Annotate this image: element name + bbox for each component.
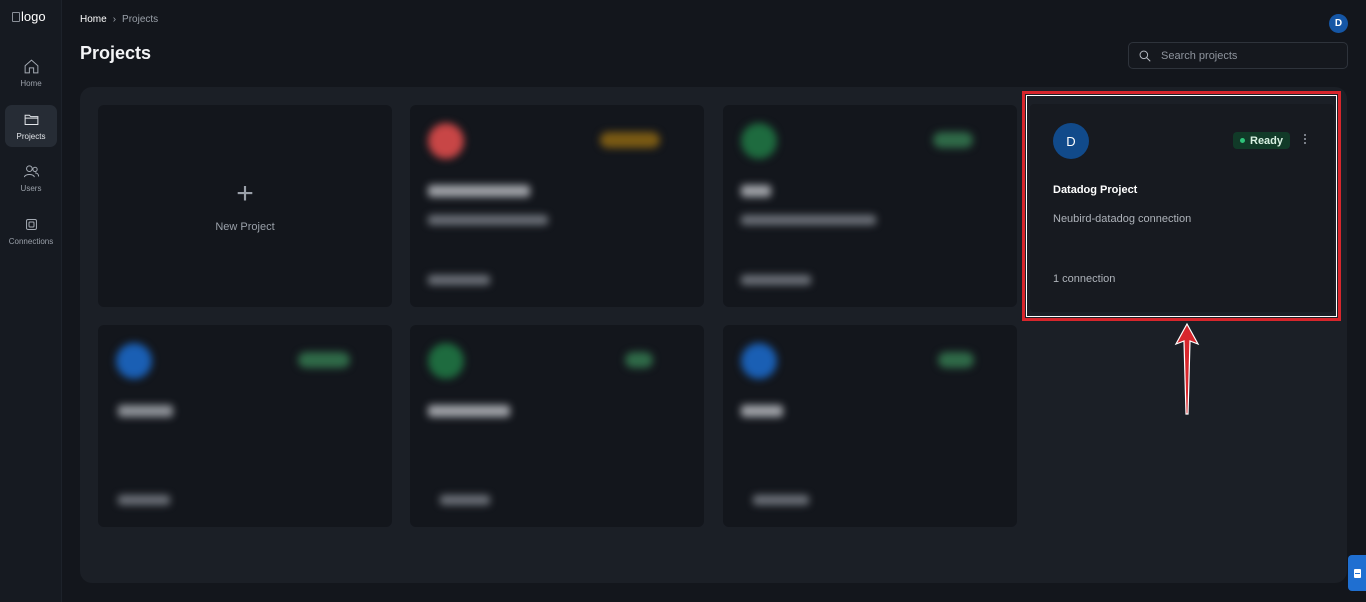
project-card-blurred[interactable] bbox=[410, 105, 704, 307]
project-card-blurred[interactable] bbox=[410, 325, 704, 527]
new-project-card[interactable]: + New Project bbox=[98, 105, 392, 307]
sidebar-item-users[interactable]: Users bbox=[5, 157, 57, 199]
chat-icon bbox=[1353, 568, 1361, 578]
sidebar-item-label: Connections bbox=[8, 237, 54, 246]
search-input[interactable] bbox=[1161, 49, 1331, 62]
sidebar-item-home[interactable]: Home bbox=[5, 52, 57, 94]
page-title: Projects bbox=[80, 43, 152, 63]
sidebar-item-connections[interactable]: Connections bbox=[5, 210, 57, 252]
breadcrumb-current: Projects bbox=[122, 14, 159, 25]
app-logo[interactable]: logo bbox=[12, 9, 46, 24]
annotation-arrow-icon bbox=[1174, 322, 1200, 415]
broken-image-icon bbox=[12, 11, 20, 22]
annotation-highlight-box bbox=[1022, 91, 1341, 321]
logo-alt-text: logo bbox=[21, 9, 46, 24]
sidebar-item-label: Home bbox=[20, 79, 42, 88]
new-project-label: New Project bbox=[215, 221, 275, 233]
breadcrumb: Home › Projects bbox=[80, 14, 158, 25]
user-avatar[interactable]: D bbox=[1329, 14, 1348, 33]
search-icon bbox=[1139, 50, 1151, 62]
sidebar-item-projects[interactable]: Projects bbox=[5, 105, 57, 147]
sidebar-item-label: Users bbox=[20, 184, 42, 193]
search-box[interactable] bbox=[1128, 42, 1348, 69]
project-card-blurred[interactable] bbox=[98, 325, 392, 527]
project-card-blurred[interactable] bbox=[723, 325, 1017, 527]
chevron-right-icon: › bbox=[112, 14, 117, 25]
sidebar-item-label: Projects bbox=[16, 132, 46, 141]
breadcrumb-home[interactable]: Home bbox=[80, 14, 107, 25]
project-card-blurred[interactable] bbox=[723, 105, 1017, 307]
chip-icon bbox=[25, 219, 37, 230]
folder-icon bbox=[24, 114, 38, 125]
sidebar: logo Home Projects Users Connections bbox=[0, 0, 62, 602]
plus-icon: + bbox=[236, 177, 254, 210]
help-tab[interactable] bbox=[1348, 555, 1366, 591]
users-icon bbox=[23, 165, 39, 178]
home-icon bbox=[24, 59, 38, 74]
